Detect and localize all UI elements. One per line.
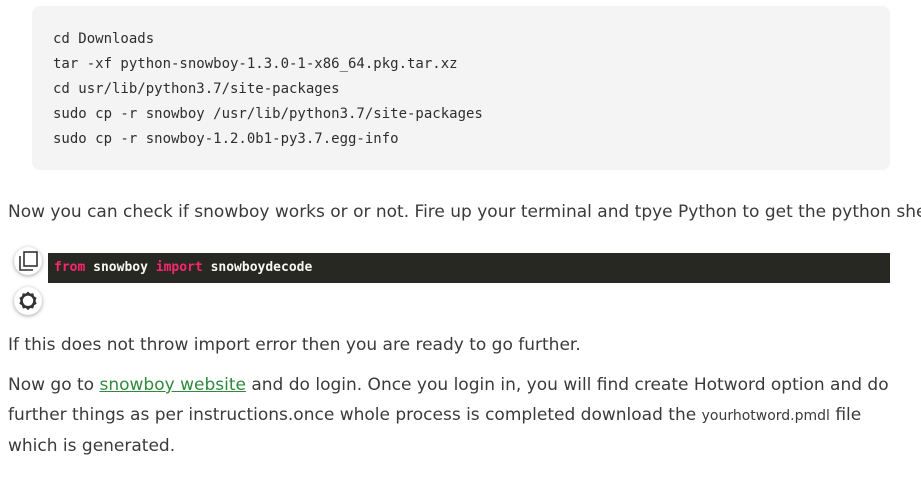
- text-before-link: Now go to: [8, 375, 100, 395]
- keyword-from: from: [54, 260, 86, 275]
- article-page: cd Downloads tar -xf python-snowboy-1.3.…: [0, 0, 921, 482]
- shell-line: tar -xf python-snowboy-1.3.0-1-x86_64.pk…: [53, 56, 458, 72]
- shell-line: cd Downloads: [53, 31, 155, 47]
- paragraph-check-snowboy: Now you can check if snowboy works or or…: [8, 202, 921, 222]
- hotword-filename: yourhotword.pmdl: [701, 408, 830, 424]
- shell-line: cd usr/lib/python3.7/site-packages: [53, 81, 340, 97]
- python-code-block: from snowboy import snowboydecode: [48, 253, 890, 283]
- gear-icon: [19, 291, 37, 311]
- code-settings-button[interactable]: [14, 287, 42, 315]
- snowboy-website-link[interactable]: snowboy website: [100, 375, 246, 395]
- shell-command-list: cd Downloads tar -xf python-snowboy-1.3.…: [53, 30, 483, 155]
- module-name: snowboy: [93, 260, 148, 275]
- copy-icon: [19, 251, 38, 271]
- shell-line: sudo cp -r snowboy-1.2.0b1-py3.7.egg-inf…: [53, 131, 399, 147]
- import-name: snowboydecode: [210, 260, 313, 275]
- code-line: from snowboy import snowboydecode: [54, 253, 312, 283]
- shell-code-block: cd Downloads tar -xf python-snowboy-1.3.…: [32, 6, 890, 170]
- copy-code-button[interactable]: [14, 247, 42, 275]
- keyword-import: import: [155, 260, 203, 275]
- paragraph-snowboy-website: Now go to snowboy website and do login. …: [8, 370, 898, 461]
- paragraph-import-check: If this does not throw import error then…: [8, 335, 581, 355]
- shell-line: sudo cp -r snowboy /usr/lib/python3.7/si…: [53, 106, 483, 122]
